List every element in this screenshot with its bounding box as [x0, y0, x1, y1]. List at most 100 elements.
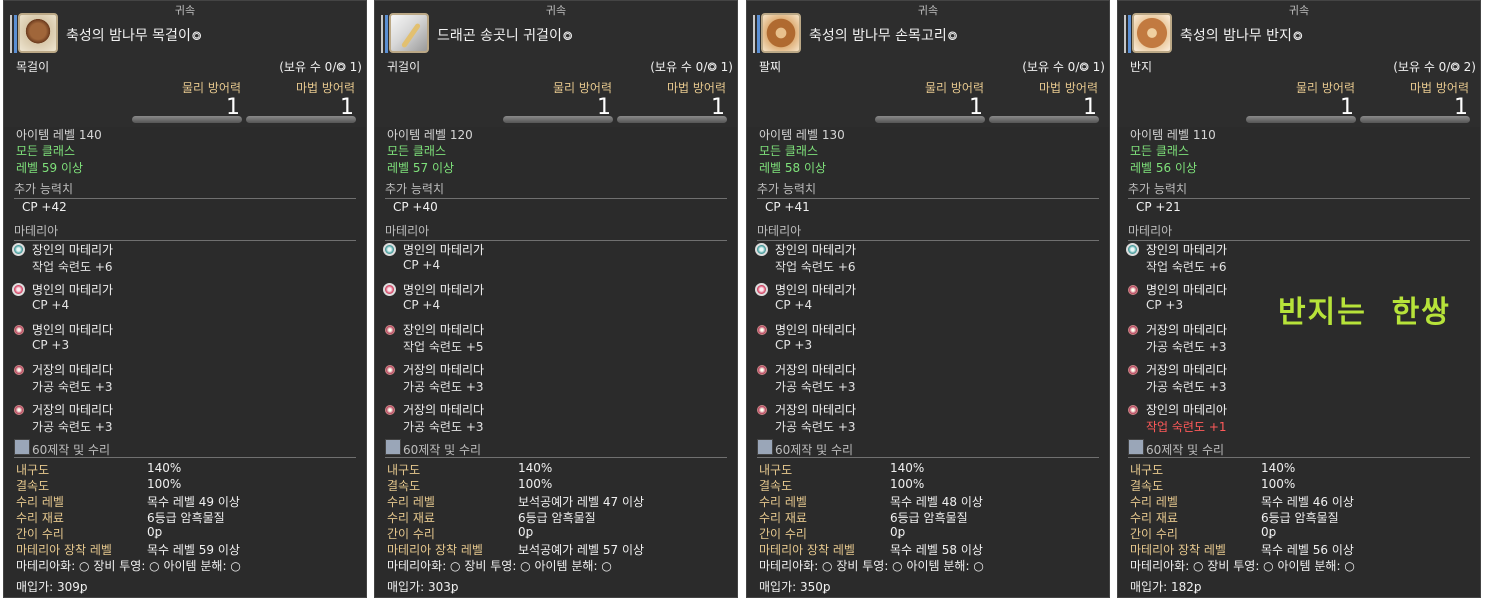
- bound-label: 귀속: [1288, 4, 1310, 17]
- detail-label: 마테리아 장착 레벨: [16, 543, 112, 557]
- detail-label: 내구도: [759, 463, 793, 477]
- materia-slot-icon: [385, 365, 395, 375]
- item-name-text: 축성의 밤나무 반지: [1180, 28, 1292, 44]
- materia-value: CP +4: [775, 298, 813, 312]
- repair-class-icon: [1128, 439, 1144, 455]
- materia-name: 장인의 마테리가: [1146, 243, 1228, 257]
- item-name: 축성의 밤나무 반지⭗: [1180, 25, 1302, 45]
- materia-name: 거장의 마테리다: [775, 403, 857, 417]
- item-flags: 마테리아화: ○ 장비 투영: ○ 아이템 분해: ○: [387, 559, 612, 573]
- hq-icon: ⭗: [191, 29, 202, 43]
- materia-value: 가공 숙련도 +3: [403, 420, 484, 434]
- repair-section-header: 60제작 및 수리: [1146, 443, 1225, 457]
- detail-label: 수리 레벨: [387, 495, 435, 509]
- detail-label: 간이 수리: [16, 527, 64, 541]
- ebony-bracelet-icon[interactable]: [761, 13, 801, 53]
- materia-name: 거장의 마테리다: [32, 363, 114, 377]
- item-name-text: 축성의 밤나무 목걸이: [66, 28, 191, 44]
- item-name-text: 드래곤 송곳니 귀걸이: [437, 28, 562, 44]
- materia-name: 거장의 마테리다: [403, 363, 485, 377]
- magic-defense-label: 마법 방어력: [1039, 81, 1099, 95]
- owned-count: (보유 수 0/⭗ 1): [1022, 60, 1105, 74]
- detail-label: 결속도: [387, 479, 421, 493]
- detail-label: 결속도: [759, 479, 793, 493]
- materia-value: CP +3: [32, 338, 70, 352]
- detail-value: 목수 레벨 59 이상: [147, 543, 240, 557]
- repair-class-icon: [385, 439, 401, 455]
- item-level: 아이템 레벨 130: [759, 128, 845, 142]
- magic-defense-label: 마법 방어력: [667, 81, 727, 95]
- detail-value: 보석공예가 레벨 47 이상: [518, 495, 645, 509]
- physical-defense-bar: [1246, 116, 1356, 123]
- detail-label: 내구도: [387, 463, 421, 477]
- level-requirement: 레벨 59 이상: [16, 161, 84, 175]
- detail-label: 수리 레벨: [759, 495, 807, 509]
- repair-section-header: 60제작 및 수리: [775, 443, 854, 457]
- detail-value: 0ꝑ: [518, 525, 534, 539]
- physical-defense-bar: [875, 116, 985, 123]
- materia-value: 가공 숙련도 +3: [1146, 340, 1227, 354]
- class-requirement: 모든 클래스: [16, 144, 76, 158]
- materia-value: 작업 숙련도 +5: [403, 340, 484, 354]
- detail-label: 결속도: [16, 479, 50, 493]
- materia-section-header: 마테리아: [757, 222, 1099, 241]
- repair-section-header: 60제작 및 수리: [32, 443, 111, 457]
- item-category: 반지: [1130, 60, 1153, 74]
- header-accent-bar-blue: [1128, 15, 1131, 53]
- materia-name: 장인의 마테리다: [403, 323, 485, 337]
- sell-price: 매입가: 309ꝑ: [16, 580, 88, 594]
- materia-value: CP +4: [403, 298, 441, 312]
- overmeld-slot-icon: [755, 283, 768, 296]
- detail-value: 목수 레벨 56 이상: [1261, 543, 1354, 557]
- repair-section-header: 60제작 및 수리: [403, 443, 482, 457]
- materia-slot-icon: [14, 365, 24, 375]
- detail-value: 6등급 암흑물질: [518, 511, 596, 525]
- bonus-stat: CP +41: [765, 200, 810, 214]
- physical-defense-bar: [132, 116, 242, 123]
- detail-label: 결속도: [1130, 479, 1164, 493]
- detail-label: 간이 수리: [759, 527, 807, 541]
- detail-value: 0ꝑ: [1261, 525, 1277, 539]
- detail-value: 6등급 암흑물질: [890, 511, 968, 525]
- detail-value: 보석공예가 레벨 57 이상: [518, 543, 645, 557]
- dragon-fang-earring-icon[interactable]: [389, 13, 429, 53]
- overmeld-slot-icon: [12, 283, 25, 296]
- item-tooltip-panel: 귀속 드래곤 송곳니 귀걸이⭗ 귀걸이 (보유 수 0/⭗ 1) 물리 방어력 마법 방어…: [374, 0, 738, 598]
- sell-price: 매입가: 182ꝑ: [1130, 580, 1202, 594]
- hq-icon: ⭗: [562, 29, 573, 43]
- materia-name: 거장의 마테리다: [32, 403, 114, 417]
- materia-value: 가공 숙련도 +3: [775, 380, 856, 394]
- materia-value: CP +3: [1146, 298, 1184, 312]
- materia-slot-icon: [757, 405, 767, 415]
- item-name: 축성의 밤나무 목걸이⭗: [66, 25, 201, 45]
- repair-class-icon: [14, 439, 30, 455]
- physical-defense-label: 물리 방어력: [182, 81, 242, 95]
- detail-value: 140%: [1261, 461, 1296, 475]
- class-requirement: 모든 클래스: [1130, 144, 1190, 158]
- detail-value: 0ꝑ: [890, 525, 906, 539]
- class-requirement: 모든 클래스: [387, 144, 447, 158]
- materia-value: 가공 숙련도 +3: [775, 420, 856, 434]
- detail-value: 목수 레벨 49 이상: [147, 495, 240, 509]
- materia-slot-icon: [757, 325, 767, 335]
- item-name: 축성의 밤나무 손목고리⭗: [809, 25, 957, 45]
- materia-name: 거장의 마테리다: [775, 363, 857, 377]
- materia-value: 작업 숙련도 +6: [32, 260, 113, 274]
- detail-value: 6등급 암흑물질: [1261, 511, 1339, 525]
- detail-value: 140%: [518, 461, 553, 475]
- physical-defense-label: 물리 방어력: [553, 81, 613, 95]
- materia-name: 거장의 마테리다: [403, 403, 485, 417]
- level-requirement: 레벨 57 이상: [387, 161, 455, 175]
- bound-label: 귀속: [174, 4, 196, 17]
- header-accent-bar: [753, 15, 755, 53]
- materia-name: 명인의 마테리다: [32, 323, 114, 337]
- item-level: 아이템 레벨 120: [387, 128, 473, 142]
- physical-defense-bar: [503, 116, 613, 123]
- materia-section-header: 마테리아: [1128, 222, 1470, 241]
- detail-value: 100%: [1261, 477, 1296, 491]
- ebony-necklace-icon[interactable]: [18, 13, 58, 53]
- ebony-ring-icon[interactable]: [1132, 13, 1172, 53]
- materia-slot-icon: [14, 405, 24, 415]
- materia-value: CP +4: [32, 298, 70, 312]
- item-level: 아이템 레벨 110: [1130, 128, 1216, 142]
